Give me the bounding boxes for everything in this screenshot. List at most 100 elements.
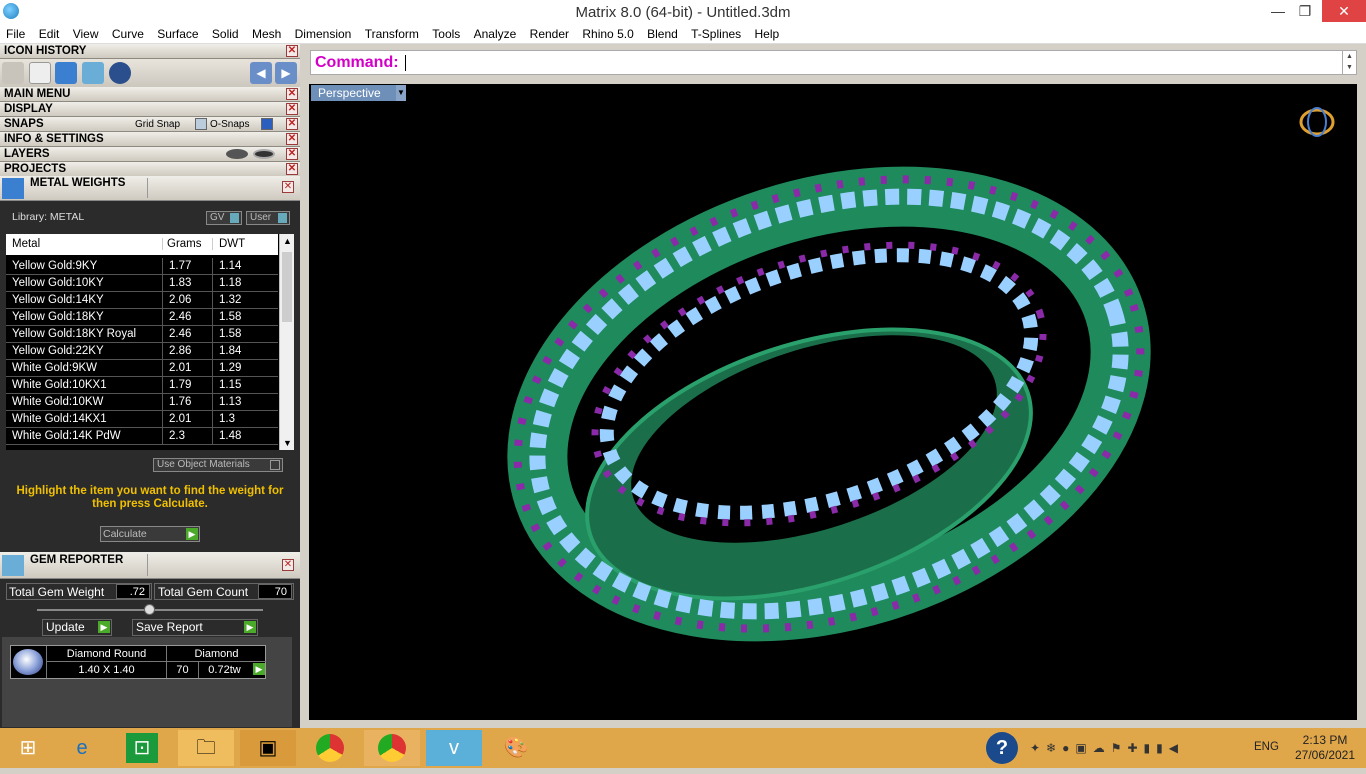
table-row[interactable]: White Gold:14KX1 2.01 1.3 <box>6 411 278 428</box>
menu-curve[interactable]: Curve <box>107 24 149 44</box>
save-report-button[interactable]: Save Report ▶ <box>132 619 258 636</box>
table-row[interactable]: White Gold:14K PdW 2.3 1.48 <box>6 428 278 445</box>
internet-explorer-icon[interactable]: e <box>54 730 110 766</box>
menu-analyze[interactable]: Analyze <box>469 24 522 44</box>
eye-icon[interactable] <box>253 149 275 159</box>
table-row[interactable]: White Gold:10KX1 1.79 1.15 <box>6 377 278 394</box>
close-icon[interactable]: ✕ <box>286 88 298 100</box>
grams-value: 2.01 <box>162 360 191 376</box>
menu-edit[interactable]: Edit <box>34 24 65 44</box>
close-icon[interactable]: ✕ <box>286 103 298 115</box>
dwt-value: 1.48 <box>212 428 241 444</box>
header-divider <box>147 178 148 198</box>
clock[interactable]: 2:13 PM 27/06/2021 <box>1290 733 1360 763</box>
projects-header[interactable]: PROJECTS ✕ <box>0 162 300 177</box>
icon-history-header[interactable]: ICON HISTORY ✕ <box>0 44 300 59</box>
minimize-button[interactable]: — <box>1263 0 1293 22</box>
menu-rhino[interactable]: Rhino 5.0 <box>577 24 638 44</box>
store-icon[interactable]: ⊡ <box>126 733 158 763</box>
command-bar[interactable]: Command: ▲ ▼ <box>310 50 1357 75</box>
column-dwt[interactable]: DWT <box>212 238 245 250</box>
info-settings-header[interactable]: INFO & SETTINGS ✕ <box>0 132 300 147</box>
layers-header[interactable]: LAYERS ✕ <box>0 147 300 162</box>
column-metal[interactable]: Metal <box>12 238 40 250</box>
close-icon[interactable]: ✕ <box>282 181 294 193</box>
vectorworks-icon[interactable]: v <box>426 730 482 766</box>
close-icon[interactable]: ✕ <box>286 148 298 160</box>
document-tool-icon[interactable] <box>29 62 51 84</box>
grid-snap-toggle[interactable] <box>195 118 207 130</box>
close-icon[interactable]: ✕ <box>286 133 298 145</box>
table-row[interactable]: Yellow Gold:9KY 1.77 1.14 <box>6 258 278 275</box>
table-row[interactable]: Yellow Gold:14KY 2.06 1.32 <box>6 292 278 309</box>
help-icon[interactable]: ? <box>986 732 1018 764</box>
table-row[interactable]: White Gold:9KW 2.01 1.29 <box>6 360 278 377</box>
render-tool-icon[interactable] <box>109 62 131 84</box>
menu-view[interactable]: View <box>68 24 104 44</box>
menu-blend[interactable]: Blend <box>642 24 683 44</box>
display-label: DISPLAY <box>4 103 53 115</box>
table-scrollbar[interactable]: ▲ ▼ <box>279 234 294 450</box>
menu-solid[interactable]: Solid <box>207 24 244 44</box>
table-row[interactable]: Yellow Gold:18KY 2.46 1.58 <box>6 309 278 326</box>
close-icon[interactable]: ✕ <box>286 163 298 175</box>
windows-start-icon[interactable]: ⊞ <box>0 730 56 766</box>
snaps-header[interactable]: SNAPS Grid Snap O-Snaps ✕ <box>0 117 300 132</box>
menu-surface[interactable]: Surface <box>152 24 203 44</box>
scroll-down-icon[interactable]: ▼ <box>283 438 292 448</box>
chrome-icon[interactable] <box>302 730 358 766</box>
system-tray-icons[interactable]: ✦❄●▣☁⚑✚▮▮◀ <box>1030 741 1184 755</box>
menu-help[interactable]: Help <box>750 24 785 44</box>
language-indicator[interactable]: ENG <box>1254 741 1279 753</box>
command-scroll-icon[interactable]: ▲ ▼ <box>1342 51 1356 74</box>
matrix-app-icon[interactable]: ▣ <box>240 730 296 766</box>
menu-dimension[interactable]: Dimension <box>290 24 357 44</box>
menu-tsplines[interactable]: T-Splines <box>686 24 746 44</box>
menu-render[interactable]: Render <box>525 24 574 44</box>
menu-tools[interactable]: Tools <box>427 24 465 44</box>
close-icon[interactable]: ✕ <box>282 559 294 571</box>
table-row[interactable]: Yellow Gold:10KY 1.83 1.18 <box>6 275 278 292</box>
layer-visibility-icon[interactable] <box>226 149 248 159</box>
gem-reporter-panel: Total Gem Weight .72 Total Gem Count 70 … <box>0 579 300 728</box>
grams-value: 2.3 <box>162 428 185 444</box>
gv-toggle[interactable]: GV <box>206 211 242 225</box>
menu-mesh[interactable]: Mesh <box>247 24 286 44</box>
close-icon[interactable]: ✕ <box>286 45 298 57</box>
perspective-viewport[interactable]: Perspective ▼ <box>309 84 1357 720</box>
restore-button[interactable]: ❐ <box>1290 0 1320 22</box>
menu-transform[interactable]: Transform <box>360 24 424 44</box>
paint-icon[interactable]: 🎨 <box>488 730 544 766</box>
menu-file[interactable]: File <box>0 24 30 44</box>
display-header[interactable]: DISPLAY ✕ <box>0 102 300 117</box>
chrome-icon-2[interactable] <box>364 730 420 766</box>
metal-weight-tool-icon[interactable] <box>55 62 77 84</box>
scroll-thumb[interactable] <box>282 252 292 322</box>
use-object-materials-toggle[interactable]: Use Object Materials <box>153 458 283 472</box>
gem-report-tool-icon[interactable] <box>82 62 104 84</box>
back-arrow-icon[interactable]: ◀ <box>250 62 272 84</box>
table-row[interactable]: Yellow Gold:18KY Royal 2.46 1.58 <box>6 326 278 343</box>
grams-value: 1.76 <box>162 394 191 410</box>
user-toggle[interactable]: User <box>246 211 290 225</box>
table-row[interactable]: White Gold:10KW 1.76 1.13 <box>6 394 278 411</box>
play-icon[interactable]: ▶ <box>253 663 265 675</box>
column-grams[interactable]: Grams <box>162 238 202 250</box>
total-gem-count-value: 70 <box>258 584 292 599</box>
close-icon[interactable]: ✕ <box>286 118 298 130</box>
main-menu-header[interactable]: MAIN MENU ✕ <box>0 87 300 102</box>
table-row[interactable]: Yellow Gold:22KY 2.86 1.84 <box>6 343 278 360</box>
osnaps-toggle[interactable] <box>261 118 273 130</box>
close-button[interactable]: ✕ <box>1322 0 1366 22</box>
calculate-button[interactable]: Calculate ▶ <box>100 526 200 542</box>
gem-row[interactable]: Diamond Round Diamond 1.40 X 1.40 70 0.7… <box>10 645 266 679</box>
orientation-gizmo-icon[interactable] <box>1299 108 1335 136</box>
file-explorer-icon[interactable]: 🗀 <box>178 730 234 766</box>
main-menu-label: MAIN MENU <box>4 88 71 100</box>
scroll-up-icon[interactable]: ▲ <box>283 236 292 246</box>
transform-tool-icon[interactable] <box>2 62 24 84</box>
metal-weights-title: METAL WEIGHTS <box>30 177 126 189</box>
forward-arrow-icon[interactable]: ▶ <box>275 62 297 84</box>
slider-handle[interactable] <box>144 604 155 615</box>
update-button[interactable]: Update ▶ <box>42 619 112 636</box>
